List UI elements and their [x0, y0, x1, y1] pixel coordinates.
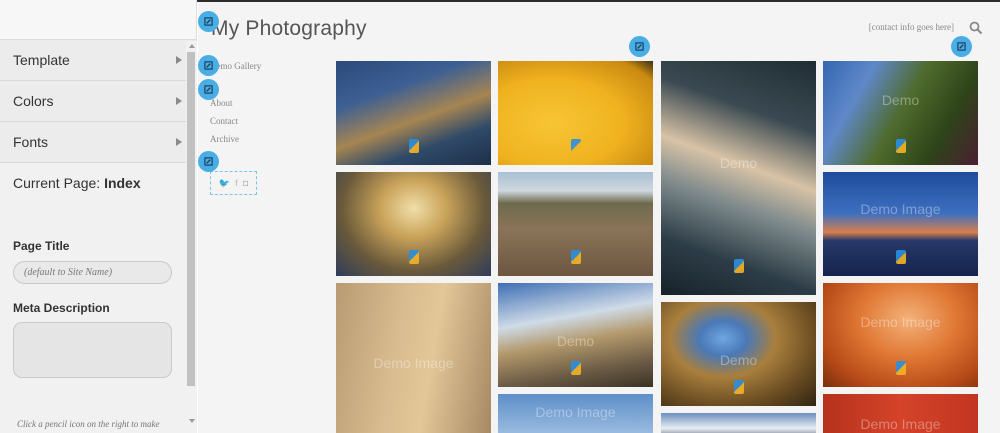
- pencil-icon: [204, 17, 213, 26]
- photo-roman-ruins[interactable]: Demo: [498, 283, 653, 387]
- site-title[interactable]: My Photography: [211, 17, 367, 41]
- page-title-input[interactable]: [13, 261, 172, 284]
- contact-info: [contact info goes here]: [868, 22, 954, 32]
- site-preview: My Photography [contact info goes here] …: [198, 2, 1000, 433]
- edit-gallery-button[interactable]: [629, 36, 650, 57]
- pencil-icon: [204, 85, 213, 94]
- photo-sunlit-wall[interactable]: Demo Image: [336, 283, 491, 433]
- sidebar-header: [0, 0, 196, 40]
- meta-description-label: Meta Description: [13, 301, 110, 315]
- photo-blue-sky-mountain[interactable]: Demo Image: [498, 394, 653, 433]
- pencil-icon: [635, 42, 644, 51]
- instagram-icon[interactable]: ◘: [243, 178, 248, 188]
- page-title-label: Page Title: [13, 239, 70, 253]
- edit-navigation-button[interactable]: [198, 79, 219, 100]
- section-fonts[interactable]: Fonts: [0, 122, 196, 163]
- demo-logo-icon: [570, 139, 581, 153]
- edit-site-title-button[interactable]: [198, 11, 219, 32]
- photo-coastal-village-night[interactable]: [336, 61, 491, 165]
- photo-ocean-wave-aerial[interactable]: Demo: [661, 61, 816, 295]
- pencil-icon: [957, 42, 966, 51]
- sidebar-scrollbar-thumb[interactable]: [187, 52, 195, 386]
- section-colors[interactable]: Colors: [0, 81, 196, 122]
- photo-blue-lake-sunset[interactable]: Demo Image: [823, 172, 978, 276]
- section-colors-label: Colors: [13, 93, 54, 109]
- twitter-icon[interactable]: 🐦: [219, 178, 230, 189]
- photo-watermark: Demo: [719, 154, 758, 171]
- demo-logo-icon: [570, 361, 581, 375]
- scroll-down-arrow-icon[interactable]: [189, 419, 195, 423]
- photo-watermark: Demo Image: [860, 314, 941, 331]
- photo-watermark: Demo Image: [373, 355, 454, 371]
- demo-logo-icon: [408, 250, 419, 264]
- section-fonts-label: Fonts: [13, 134, 49, 150]
- section-template-label: Template: [13, 52, 70, 68]
- edit-social-links-button[interactable]: [198, 151, 219, 172]
- demo-logo-icon: [408, 139, 419, 153]
- current-page-name: Index: [104, 175, 141, 191]
- editor-sidebar: Template Colors Fonts Current Page: Inde…: [0, 0, 197, 433]
- photo-watermark: Demo Image: [860, 201, 941, 218]
- hint-text: Click a pencil icon on the right to make: [17, 419, 160, 429]
- demo-logo-icon: [733, 259, 744, 273]
- social-links[interactable]: 🐦 f ◘: [210, 171, 257, 195]
- photo-red-detail[interactable]: Demo Image: [823, 394, 978, 433]
- scroll-up-arrow-icon[interactable]: [189, 44, 195, 48]
- chevron-right-icon: [176, 56, 182, 64]
- demo-logo-icon: [895, 361, 906, 375]
- facebook-icon[interactable]: f: [235, 178, 238, 188]
- section-template[interactable]: Template: [0, 40, 196, 81]
- photo-orange-grass[interactable]: Demo Image: [823, 283, 978, 387]
- photo-yellow-tree-shadow[interactable]: [498, 61, 653, 165]
- nav-contact[interactable]: Contact: [210, 116, 238, 126]
- demo-logo-icon: [733, 380, 744, 394]
- edit-contact-info-button[interactable]: [951, 36, 972, 57]
- photo-snow-mountain[interactable]: [661, 413, 816, 433]
- edit-gallery-link-button[interactable]: [198, 55, 219, 76]
- chevron-right-icon: [176, 97, 182, 105]
- nav-about[interactable]: About: [210, 98, 233, 108]
- photo-dry-landscape[interactable]: [498, 172, 653, 276]
- photo-watermark: Demo Image: [860, 416, 941, 432]
- demo-logo-icon: [895, 139, 906, 153]
- photo-courtyard-looking-up[interactable]: Demo: [661, 302, 816, 406]
- current-page-prefix: Current Page:: [13, 175, 101, 191]
- photo-grape-vines[interactable]: Demo: [823, 61, 978, 165]
- meta-description-field[interactable]: [13, 322, 172, 378]
- current-page: Current Page: Index: [0, 163, 196, 203]
- photo-watermark: Demo Image: [535, 404, 616, 420]
- pencil-icon: [204, 157, 213, 166]
- photo-watermark: Demo: [556, 332, 595, 349]
- photo-ornate-ceiling[interactable]: [336, 172, 491, 276]
- photo-watermark: Demo: [719, 351, 758, 368]
- photo-watermark: Demo: [881, 92, 920, 109]
- pencil-icon: [204, 61, 213, 70]
- search-icon[interactable]: [969, 21, 983, 35]
- nav-archive[interactable]: Archive: [210, 134, 239, 144]
- demo-logo-icon: [895, 250, 906, 264]
- demo-logo-icon: [570, 250, 581, 264]
- chevron-right-icon: [176, 138, 182, 146]
